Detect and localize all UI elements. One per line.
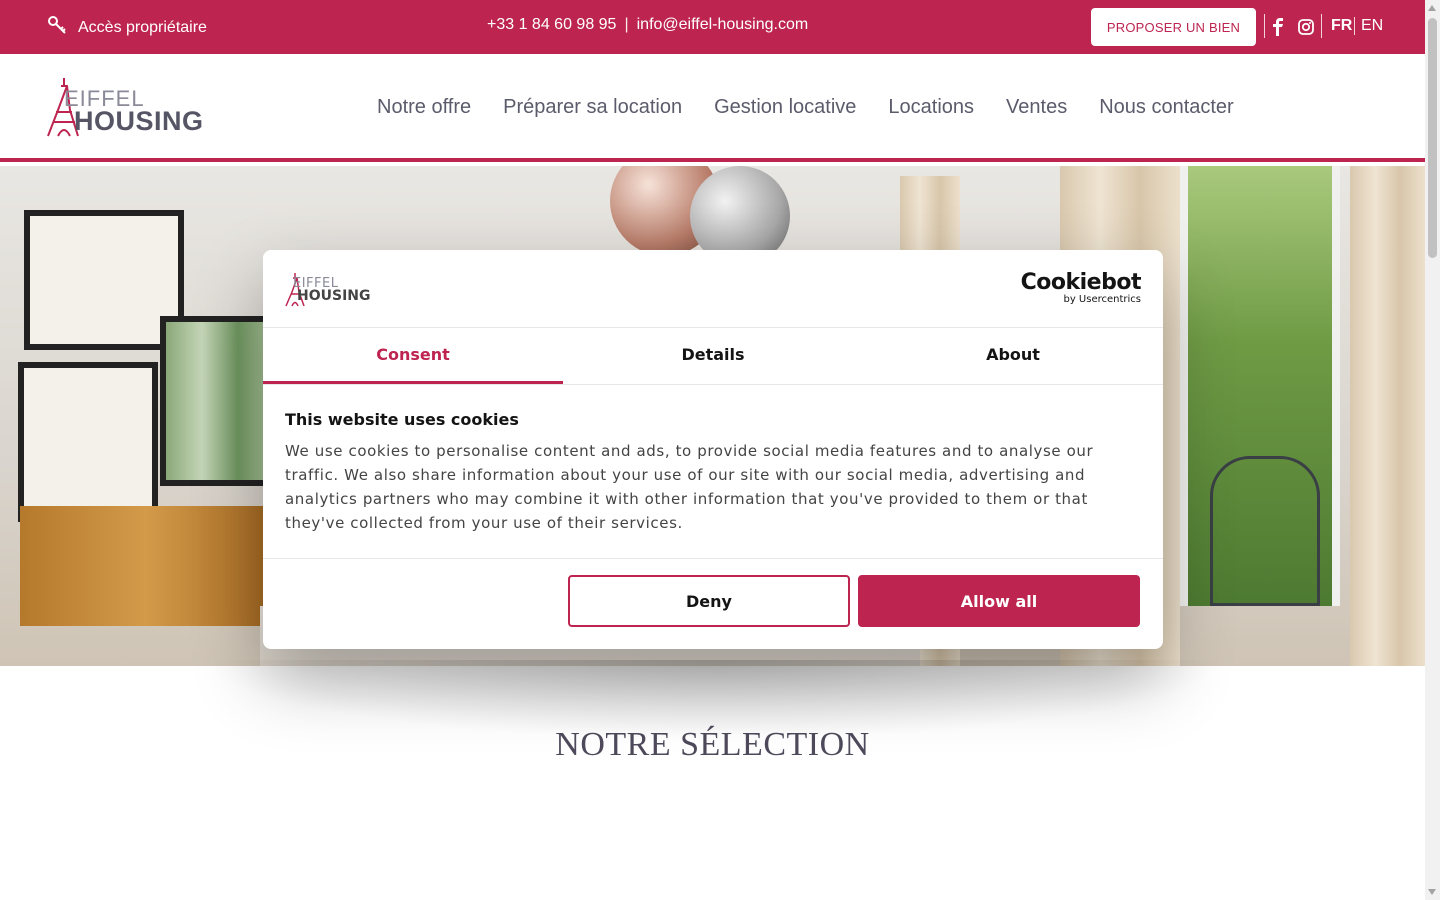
dialog-logo-housing: HOUSING [297,288,371,304]
email-link[interactable]: info@eiffel-housing.com [637,16,809,34]
owner-access-label: Accès propriétaire [78,18,207,36]
section-title: NOTRE SÉLECTION [555,726,870,763]
instagram-icon[interactable] [1296,16,1316,38]
dialog-footer: Deny Allow all [263,558,1163,649]
logo-text-housing: HOUSING [74,106,204,136]
nav-item-preparer-location[interactable]: Préparer sa location [503,96,682,119]
divider [1321,14,1322,38]
artwork-frame [160,316,280,486]
keys-icon [46,14,68,41]
dialog-description: We use cookies to personalise content an… [285,442,1094,532]
main-header: EIFFEL HOUSING Notre offre Préparer sa l… [0,54,1425,162]
owner-access-link[interactable]: Accès propriétaire [46,14,207,41]
divider [1354,17,1355,35]
dialog-logo: EIFFEL HOUSING [285,270,371,310]
scroll-up-arrow-icon[interactable] [1428,5,1436,11]
facebook-icon[interactable] [1268,16,1288,38]
contact-info: +33 1 84 60 98 95 | info@eiffel-housing.… [487,16,808,34]
curtain [1350,166,1425,666]
wooden-cabinet [20,506,270,626]
propose-property-button[interactable]: PROPOSER UN BIEN [1091,8,1256,46]
nav-item-notre-offre[interactable]: Notre offre [377,96,471,119]
nav-item-nous-contacter[interactable]: Nous contacter [1099,96,1234,119]
dialog-body: This website uses cookies We use cookies… [285,410,1105,535]
site-logo[interactable]: EIFFEL HOUSING [44,76,203,140]
divider [1264,14,1265,38]
allow-all-button[interactable]: Allow all [858,575,1140,627]
artwork-frame [18,362,158,522]
scrollbar-thumb[interactable] [1428,18,1437,258]
cookie-consent-dialog: EIFFEL HOUSING Cookiebot by Usercentrics… [263,250,1163,649]
tab-about[interactable]: About [863,328,1163,384]
dialog-header: EIFFEL HOUSING Cookiebot by Usercentrics [263,250,1163,328]
contact-separator: | [624,16,629,33]
deny-button[interactable]: Deny [568,575,850,627]
lang-en[interactable]: EN [1361,17,1383,35]
scroll-down-arrow-icon[interactable] [1428,889,1436,895]
phone-link[interactable]: +33 1 84 60 98 95 [487,16,616,34]
nav-item-ventes[interactable]: Ventes [1006,96,1067,119]
nav-item-gestion-locative[interactable]: Gestion locative [714,96,856,119]
page-scrollbar[interactable] [1425,0,1440,900]
cookiebot-logo[interactable]: Cookiebot by Usercentrics [1020,270,1142,306]
tab-details[interactable]: Details [563,328,863,384]
cookiebot-sub: by Usercentrics [1063,294,1141,305]
main-nav: Notre offre Préparer sa location Gestion… [361,96,1250,119]
top-bar: Accès propriétaire +33 1 84 60 98 95 | i… [0,0,1425,54]
balcony-railing [1210,456,1320,606]
cookiebot-brand: Cookiebot [1020,270,1142,295]
dialog-heading: This website uses cookies [285,410,519,429]
lang-fr[interactable]: FR [1331,17,1352,35]
nav-item-locations[interactable]: Locations [888,96,974,119]
cookie-tabs: Consent Details About [263,328,1163,385]
tab-consent[interactable]: Consent [263,328,563,384]
